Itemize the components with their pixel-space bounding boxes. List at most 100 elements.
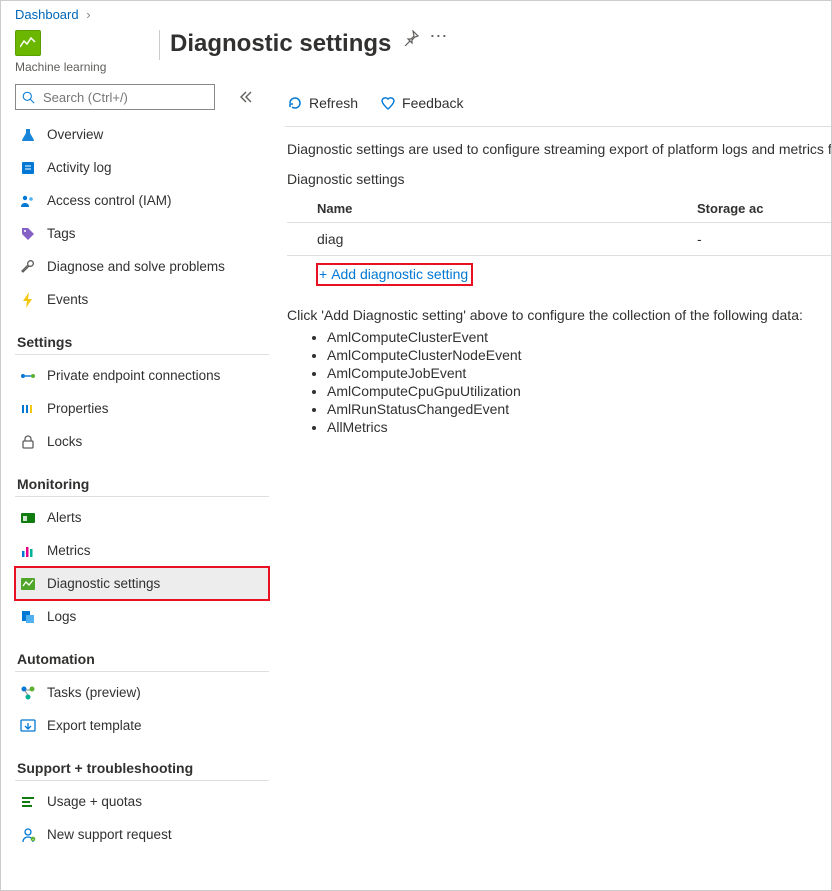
subheading: Diagnostic settings [287,171,831,187]
tag-icon [19,225,37,243]
sidebar-item-properties[interactable]: Properties [15,392,269,425]
sidebar-item-label: Diagnostic settings [47,576,160,591]
machine-learning-icon [15,30,41,56]
table-header: Name Storage ac [287,195,831,223]
sidebar-item-metrics[interactable]: Metrics [15,534,269,567]
cell-name: diag [317,231,697,247]
sidebar-item-locks[interactable]: Locks [15,425,269,458]
page-title: Diagnostic settings [170,30,391,58]
divider [285,126,831,127]
metrics-icon [19,542,37,560]
sidebar-item-new-support-request[interactable]: + New support request [15,818,269,851]
sidebar-item-label: Activity log [47,160,112,175]
add-link-label: Add diagnostic setting [331,266,468,282]
search-input[interactable] [41,89,208,106]
page-header: Machine learning Diagnostic settings ⋯ [1,24,831,84]
divider [15,354,269,355]
sidebar: Overview Activity log Access control (IA… [1,84,275,891]
sidebar-item-label: Properties [47,401,109,416]
sidebar-item-label: Locks [47,434,82,449]
search-input-wrapper[interactable] [15,84,215,110]
sidebar-item-tasks[interactable]: Tasks (preview) [15,676,269,709]
sidebar-item-label: Events [47,292,88,307]
wrench-icon [19,258,37,276]
chevron-right-icon: › [86,7,90,22]
tasks-icon [19,684,37,702]
export-icon [19,717,37,735]
sidebar-item-label: New support request [47,827,172,842]
people-icon [19,192,37,210]
diagnostic-settings-table: Name Storage ac diag - + Add diagnostic … [287,195,831,293]
table-row[interactable]: diag - [287,223,831,256]
heart-icon [380,95,396,111]
toolbar: Refresh Feedback [287,88,831,118]
cell-storage: - [697,231,702,247]
alerts-icon [19,509,37,527]
lock-icon [19,433,37,451]
endpoint-icon [19,367,37,385]
sidebar-item-label: Access control (IAM) [47,193,172,208]
sidebar-item-usage-quotas[interactable]: Usage + quotas [15,785,269,818]
column-storage: Storage ac [697,201,763,216]
plus-icon: + [319,266,327,282]
refresh-icon [287,95,303,111]
sidebar-item-tags[interactable]: Tags [15,217,269,250]
sidebar-item-private-endpoint[interactable]: Private endpoint connections [15,359,269,392]
sidebar-item-activity-log[interactable]: Activity log [15,151,269,184]
diagnostic-icon [19,575,37,593]
data-categories-list: AmlComputeClusterEvent AmlComputeClusterN… [307,329,831,435]
sidebar-item-label: Private endpoint connections [47,368,220,383]
sidebar-item-diagnose-problems[interactable]: Diagnose and solve problems [15,250,269,283]
list-item: AmlComputeJobEvent [327,365,831,381]
breadcrumb-home[interactable]: Dashboard [15,7,79,22]
divider [15,780,269,781]
usage-icon [19,793,37,811]
sidebar-item-alerts[interactable]: Alerts [15,501,269,534]
sidebar-item-label: Logs [47,609,76,624]
sidebar-item-diagnostic-settings[interactable]: Diagnostic settings [15,567,269,600]
sidebar-item-events[interactable]: Events [15,283,269,316]
section-header-monitoring: Monitoring [17,476,269,492]
logs-icon [19,608,37,626]
sidebar-item-label: Export template [47,718,142,733]
sidebar-item-label: Usage + quotas [47,794,142,809]
flask-icon [19,126,37,144]
resource-type-label: Machine learning [15,60,155,74]
sidebar-item-label: Alerts [47,510,82,525]
list-item: AmlComputeClusterEvent [327,329,831,345]
properties-icon [19,400,37,418]
sidebar-item-label: Tags [47,226,76,241]
sidebar-item-overview[interactable]: Overview [15,118,269,151]
sidebar-item-label: Diagnose and solve problems [47,259,225,274]
divider [159,30,160,60]
collapse-sidebar-icon[interactable] [239,90,253,104]
add-diagnostic-setting-link[interactable]: + Add diagnostic setting [317,264,472,285]
main-content: Refresh Feedback Diagnostic settings are… [275,84,831,891]
list-item: AmlRunStatusChangedEvent [327,401,831,417]
lightning-icon [19,291,37,309]
list-item: AmlComputeCpuGpuUtilization [327,383,831,399]
sidebar-item-logs[interactable]: Logs [15,600,269,633]
info-text: Click 'Add Diagnostic setting' above to … [287,307,831,323]
refresh-label: Refresh [309,95,358,111]
feedback-button[interactable]: Feedback [380,95,463,111]
support-icon: + [19,826,37,844]
column-name: Name [317,201,697,216]
section-header-support: Support + troubleshooting [17,760,269,776]
more-icon[interactable]: ⋯ [429,30,447,42]
refresh-button[interactable]: Refresh [287,95,358,111]
divider [15,496,269,497]
sidebar-item-label: Tasks (preview) [47,685,141,700]
log-icon [19,159,37,177]
sidebar-item-label: Metrics [47,543,91,558]
sidebar-item-export-template[interactable]: Export template [15,709,269,742]
list-item: AmlComputeClusterNodeEvent [327,347,831,363]
section-header-automation: Automation [17,651,269,667]
section-header-settings: Settings [17,334,269,350]
description-text: Diagnostic settings are used to configur… [287,141,831,157]
sidebar-item-access-control[interactable]: Access control (IAM) [15,184,269,217]
sidebar-item-label: Overview [47,127,103,142]
breadcrumb: Dashboard › [1,1,831,24]
search-icon [22,91,35,104]
pin-icon[interactable] [403,30,419,46]
